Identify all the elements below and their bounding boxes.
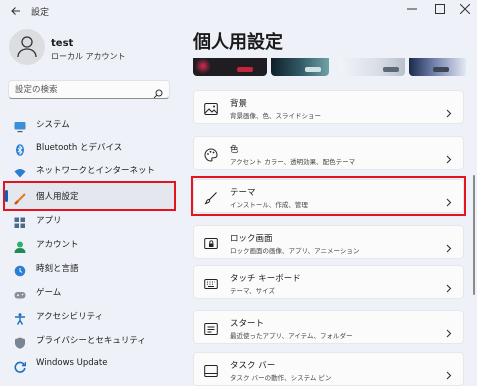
sidebar-item-label: アクセシビリティ	[36, 312, 104, 322]
chevron-right-icon	[446, 149, 452, 168]
card-lock-screen[interactable]: ロック画面 ロック画面の画像、アプリ、アニメーション	[193, 225, 464, 259]
sidebar-item-label: ゲーム	[36, 288, 62, 298]
card-title: ロック画面	[230, 234, 273, 244]
close-button[interactable]	[452, 0, 477, 18]
page-title: 個人用設定	[193, 32, 283, 53]
back-arrow-icon[interactable]	[8, 3, 24, 19]
theme-accent-swatch	[305, 67, 321, 72]
chevron-right-icon	[446, 323, 452, 342]
card-colors[interactable]: 色 アクセント カラー、透明効果、配色テーマ	[193, 136, 464, 170]
theme-thumbnail[interactable]	[409, 58, 466, 76]
highlight-box-sidebar	[3, 181, 176, 211]
globe-clock-icon	[14, 262, 26, 277]
card-subtitle: タスク バーの動作、システム ピン	[230, 374, 332, 382]
user-name: test	[51, 38, 74, 49]
sidebar-item-label: アプリ	[36, 216, 62, 226]
search-icon[interactable]	[153, 84, 163, 103]
theme-thumbnail-art	[195, 58, 211, 74]
wifi-icon	[14, 164, 26, 178]
card-background[interactable]: 背景 背景画像、色、スライドショー	[193, 90, 464, 124]
lock-screen-icon	[204, 236, 218, 250]
sidebar-item-time-language[interactable]: 時刻と言語	[4, 255, 174, 281]
update-icon	[14, 358, 27, 373]
card-title: スタート	[230, 319, 265, 329]
card-title: タスク バー	[230, 361, 276, 371]
card-title: 背景	[230, 99, 248, 109]
theme-thumbnail[interactable]	[193, 58, 267, 76]
card-subtitle: アクセント カラー、透明効果、配色テーマ	[230, 158, 356, 166]
window-title: 設定	[31, 8, 50, 18]
card-title: タッチ キーボード	[230, 274, 301, 284]
theme-accent-swatch	[383, 67, 399, 72]
bluetooth-icon	[14, 141, 26, 156]
theme-thumbnail[interactable]	[339, 58, 405, 76]
account-icon	[14, 238, 26, 253]
accessibility-icon	[14, 310, 26, 325]
shield-icon	[14, 334, 26, 349]
chevron-right-icon	[446, 238, 452, 257]
sidebar-item-privacy[interactable]: プライバシーとセキュリティ	[4, 327, 174, 353]
card-taskbar[interactable]: タスク バー タスク バーの動作、システム ピン	[193, 352, 464, 386]
chevron-right-icon	[446, 278, 452, 297]
maximize-button[interactable]	[427, 0, 453, 18]
palette-icon	[204, 147, 218, 162]
picture-icon	[204, 101, 218, 115]
sidebar-item-label: Windows Update	[36, 358, 108, 368]
card-subtitle: ロック画面の画像、アプリ、アニメーション	[230, 247, 360, 255]
card-subtitle: 最近使ったアプリ、アイテム、フォルダー	[230, 332, 353, 340]
sidebar-item-label: ネットワークとインターネット	[36, 166, 156, 176]
avatar[interactable]	[9, 29, 45, 65]
sidebar-item-gaming[interactable]: ゲーム	[4, 279, 174, 305]
title-bar: 設定	[0, 0, 477, 24]
highlight-box-themes	[191, 176, 466, 216]
sidebar-item-label: アカウント	[36, 240, 79, 250]
start-icon	[204, 321, 218, 335]
sidebar-item-accounts[interactable]: アカウント	[4, 231, 174, 257]
monitor-icon	[14, 118, 26, 133]
theme-accent-swatch	[237, 67, 253, 72]
theme-thumbnail[interactable]	[271, 58, 329, 76]
search-box[interactable]	[8, 80, 170, 99]
card-subtitle: 背景画像、色、スライドショー	[230, 112, 321, 120]
keyboard-icon	[204, 276, 218, 290]
theme-preview-strip	[193, 58, 466, 76]
card-start[interactable]: スタート 最近使ったアプリ、アイテム、フォルダー	[193, 310, 464, 344]
card-title: 色	[230, 145, 239, 155]
chevron-right-icon	[446, 103, 452, 122]
theme-accent-swatch	[433, 67, 449, 72]
sidebar-item-label: Bluetooth とデバイス	[36, 143, 123, 153]
sidebar-item-label: プライバシーとセキュリティ	[36, 336, 146, 346]
card-touch-keyboard[interactable]: タッチ キーボード テーマ、サイズ	[193, 265, 464, 299]
sidebar-item-network[interactable]: ネットワークとインターネット	[4, 157, 174, 183]
apps-icon	[14, 214, 26, 228]
sidebar-item-accessibility[interactable]: アクセシビリティ	[4, 303, 174, 329]
person-icon	[17, 36, 37, 58]
gamepad-icon	[14, 286, 26, 299]
sidebar-item-label: システム	[36, 120, 70, 130]
search-input[interactable]	[15, 83, 145, 97]
sidebar-item-label: 時刻と言語	[36, 264, 79, 274]
scrollbar[interactable]	[473, 175, 475, 295]
card-subtitle: テーマ、サイズ	[230, 287, 275, 295]
account-type: ローカル アカウント	[51, 52, 126, 61]
sidebar-item-windows-update[interactable]: Windows Update	[4, 351, 174, 377]
minimize-button[interactable]	[399, 0, 425, 18]
